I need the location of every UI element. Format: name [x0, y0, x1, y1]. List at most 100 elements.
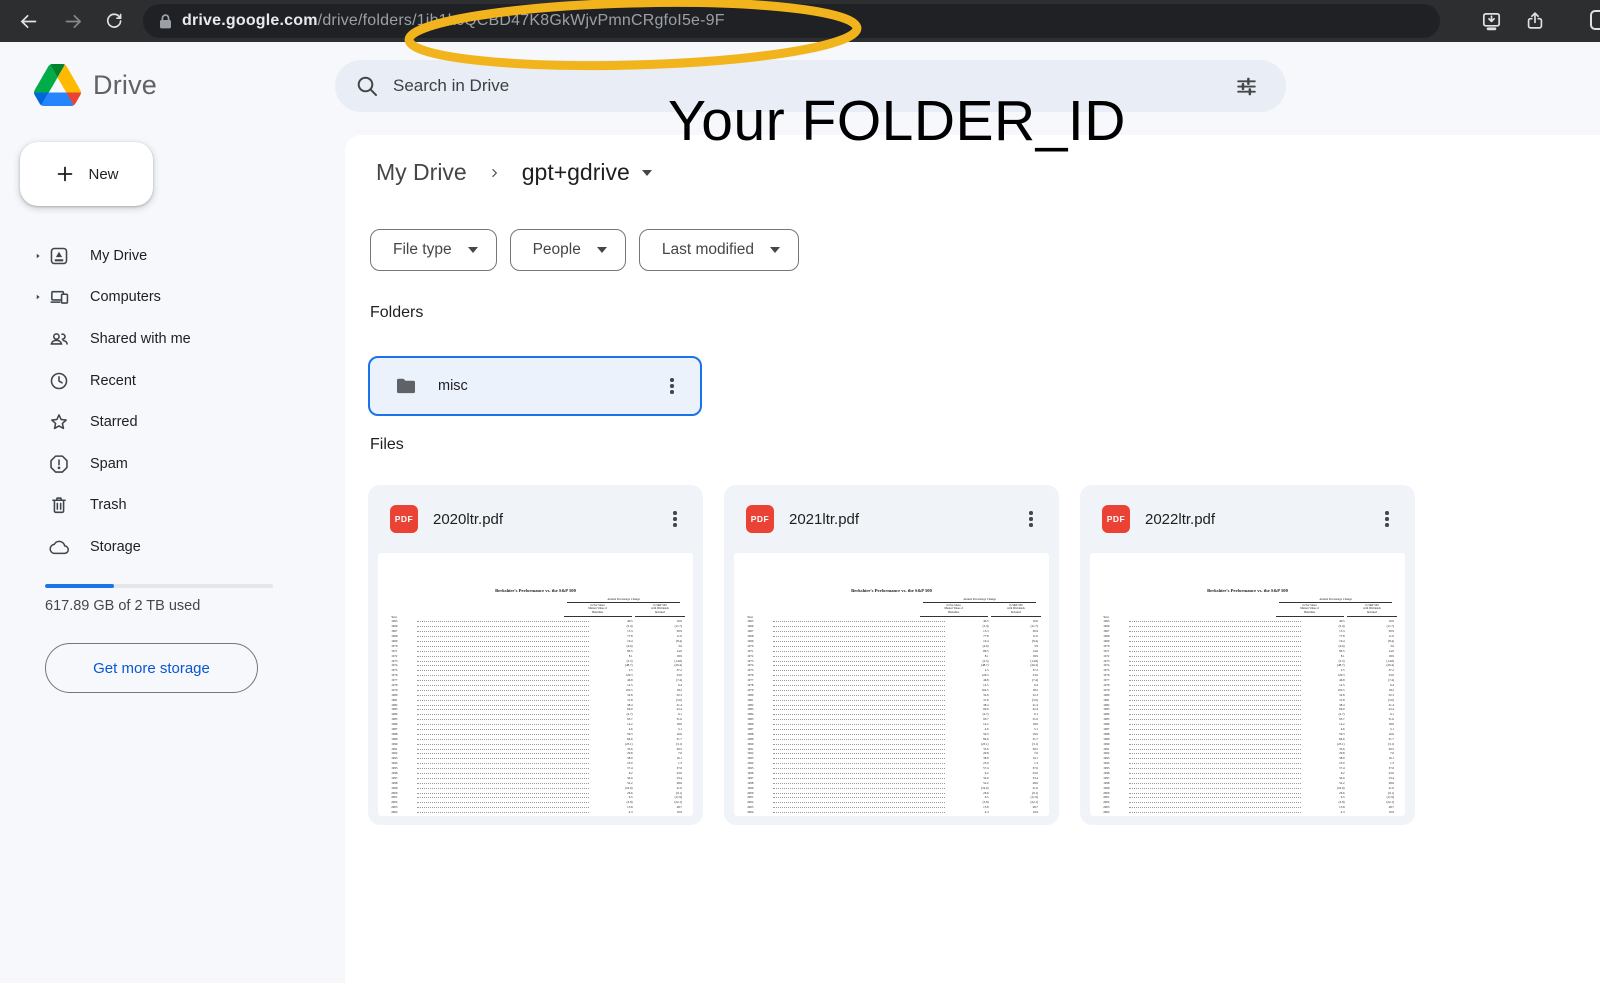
file-card[interactable]: PDF 2020ltr.pdf Berkshire's Performance …	[368, 485, 703, 825]
filter-chip[interactable]: Last modified	[639, 229, 799, 271]
browser-forward-icon[interactable]	[60, 8, 86, 34]
preview-year-label: Year	[1103, 615, 1109, 619]
search-icon[interactable]	[355, 74, 379, 98]
storage-progress-fill	[45, 584, 114, 588]
search-filters-icon[interactable]	[1226, 66, 1266, 106]
more-options-icon[interactable]	[1373, 505, 1401, 533]
preview-year-label: Year	[391, 615, 397, 619]
filter-chip-label: People	[533, 241, 581, 259]
product-name: Drive	[93, 70, 157, 101]
drive-logo[interactable]: Drive	[34, 64, 157, 106]
new-button[interactable]: New	[20, 142, 153, 206]
preview-table-rows: 196549.510.0 1966(3.4)(11.7) 196713.330.…	[734, 619, 1049, 815]
annotation-folder-id: Your FOLDER_ID	[668, 88, 1126, 154]
sidebar: Drive New My Drive	[0, 42, 345, 983]
folders-list: misc	[368, 356, 702, 416]
download-icon[interactable]	[1478, 8, 1504, 34]
spam-icon	[48, 453, 70, 475]
sidebar-item[interactable]: Shared with me	[0, 318, 331, 360]
get-more-storage-button[interactable]: Get more storage	[45, 643, 258, 693]
breadcrumb-my-drive[interactable]: My Drive	[368, 157, 475, 188]
preview-table-row: 20044.310.9	[1090, 810, 1405, 815]
browser-extension-partial-icon[interactable]	[1590, 10, 1600, 30]
drive-content-panel: My Drive gpt+gdrive File type People Las…	[345, 135, 1600, 983]
file-card[interactable]: PDF 2021ltr.pdf Berkshire's Performance …	[724, 485, 1059, 825]
preview-col2-header: in S&P 500 with Dividends Included	[635, 604, 685, 617]
url-host: drive.google.com	[182, 12, 318, 30]
file-name: 2021ltr.pdf	[789, 511, 859, 528]
sidebar-item[interactable]: Recent	[0, 360, 331, 402]
address-bar[interactable]: drive.google.com/drive/folders/1jb1kcQCB…	[143, 4, 1440, 38]
browser-reload-icon[interactable]	[101, 8, 127, 34]
preview-col1-header: in Per-Share Market Value of Berkshire	[564, 604, 632, 617]
breadcrumb-current-folder[interactable]: gpt+gdrive	[514, 157, 660, 188]
expand-caret-icon	[33, 292, 45, 302]
filter-chip[interactable]: People	[510, 229, 626, 271]
more-options-icon[interactable]	[658, 372, 686, 400]
folder-name: misc	[438, 378, 468, 394]
file-card-header: PDF 2022ltr.pdf	[1080, 485, 1415, 553]
folder-icon	[394, 374, 418, 398]
sidebar-item-label: My Drive	[90, 248, 147, 264]
sidebar-item-label: Storage	[90, 539, 141, 555]
sidebar-item[interactable]: Spam	[0, 443, 331, 485]
preview-title: Berkshire's Performance vs. the S&P 500	[378, 588, 693, 593]
breadcrumb-chevron-icon	[489, 165, 500, 181]
preview-col1-header: in Per-Share Market Value of Berkshire	[920, 604, 988, 617]
preview-group-header: Annual Percentage Change	[567, 597, 680, 603]
sidebar-item[interactable]: Computers	[0, 277, 331, 319]
more-options-icon[interactable]	[1017, 505, 1045, 533]
sidebar-item[interactable]: Starred	[0, 401, 331, 443]
files-list: PDF 2020ltr.pdf Berkshire's Performance …	[368, 485, 1415, 825]
chevron-down-icon	[468, 247, 478, 253]
preview-year-label: Year	[747, 615, 753, 619]
more-options-icon[interactable]	[661, 505, 689, 533]
file-name: 2022ltr.pdf	[1145, 511, 1215, 528]
sidebar-item-label: Starred	[90, 414, 138, 430]
file-card-header: PDF 2021ltr.pdf	[724, 485, 1059, 553]
storage-progress-bar	[45, 584, 273, 588]
preview-table-rows: 196549.510.0 1966(3.4)(11.7) 196713.330.…	[1090, 619, 1405, 815]
filter-chips: File type People Last modified	[370, 229, 799, 271]
browser-back-icon[interactable]	[15, 8, 41, 34]
chevron-down-icon	[642, 170, 652, 176]
sidebar-item[interactable]: My Drive	[0, 235, 331, 277]
preview-col2-header: in S&P 500 with Dividends Included	[1347, 604, 1397, 617]
preview-col1-header: in Per-Share Market Value of Berkshire	[1276, 604, 1344, 617]
sidebar-item[interactable]: Storage	[0, 526, 331, 568]
preview-title: Berkshire's Performance vs. the S&P 500	[1090, 588, 1405, 593]
recent-icon	[48, 370, 70, 392]
trash-icon	[48, 494, 70, 516]
pdf-file-icon: PDF	[390, 505, 418, 533]
files-heading: Files	[370, 436, 404, 454]
url-path: /drive/folders/1jb1kcQCBD47K8GkWjvPmnCRg…	[318, 12, 725, 30]
breadcrumb: My Drive gpt+gdrive	[368, 157, 660, 188]
folders-heading: Folders	[370, 304, 423, 322]
drive-triangle-icon	[34, 64, 81, 106]
pdf-preview-thumbnail: Berkshire's Performance vs. the S&P 500 …	[378, 553, 693, 816]
preview-group-header: Annual Percentage Change	[1279, 597, 1392, 603]
folder-card[interactable]: misc	[368, 356, 702, 416]
sidebar-item-label: Spam	[90, 456, 128, 472]
lock-icon	[159, 13, 172, 29]
file-name: 2020ltr.pdf	[433, 511, 503, 528]
computers-icon	[48, 286, 70, 308]
current-folder-name: gpt+gdrive	[522, 159, 630, 186]
share-icon[interactable]	[1522, 8, 1548, 34]
preview-table-row: 20044.310.9	[378, 810, 693, 815]
sidebar-item[interactable]: Trash	[0, 485, 331, 527]
filter-chip[interactable]: File type	[370, 229, 497, 271]
file-card-header: PDF 2020ltr.pdf	[368, 485, 703, 553]
preview-table-rows: 196549.510.0 1966(3.4)(11.7) 196713.330.…	[378, 619, 693, 815]
storage-icon	[48, 536, 70, 558]
chevron-down-icon	[597, 247, 607, 253]
preview-col2-header: in S&P 500 with Dividends Included	[991, 604, 1041, 617]
sidebar-nav: My Drive Computers Shared with	[0, 235, 331, 568]
browser-chrome: drive.google.com/drive/folders/1jb1kcQCB…	[0, 0, 1600, 42]
sidebar-item-label: Recent	[90, 373, 136, 389]
file-card[interactable]: PDF 2022ltr.pdf Berkshire's Performance …	[1080, 485, 1415, 825]
pdf-preview-thumbnail: Berkshire's Performance vs. the S&P 500 …	[734, 553, 1049, 816]
pdf-file-icon: PDF	[746, 505, 774, 533]
pdf-file-icon: PDF	[1102, 505, 1130, 533]
pdf-preview-thumbnail: Berkshire's Performance vs. the S&P 500 …	[1090, 553, 1405, 816]
